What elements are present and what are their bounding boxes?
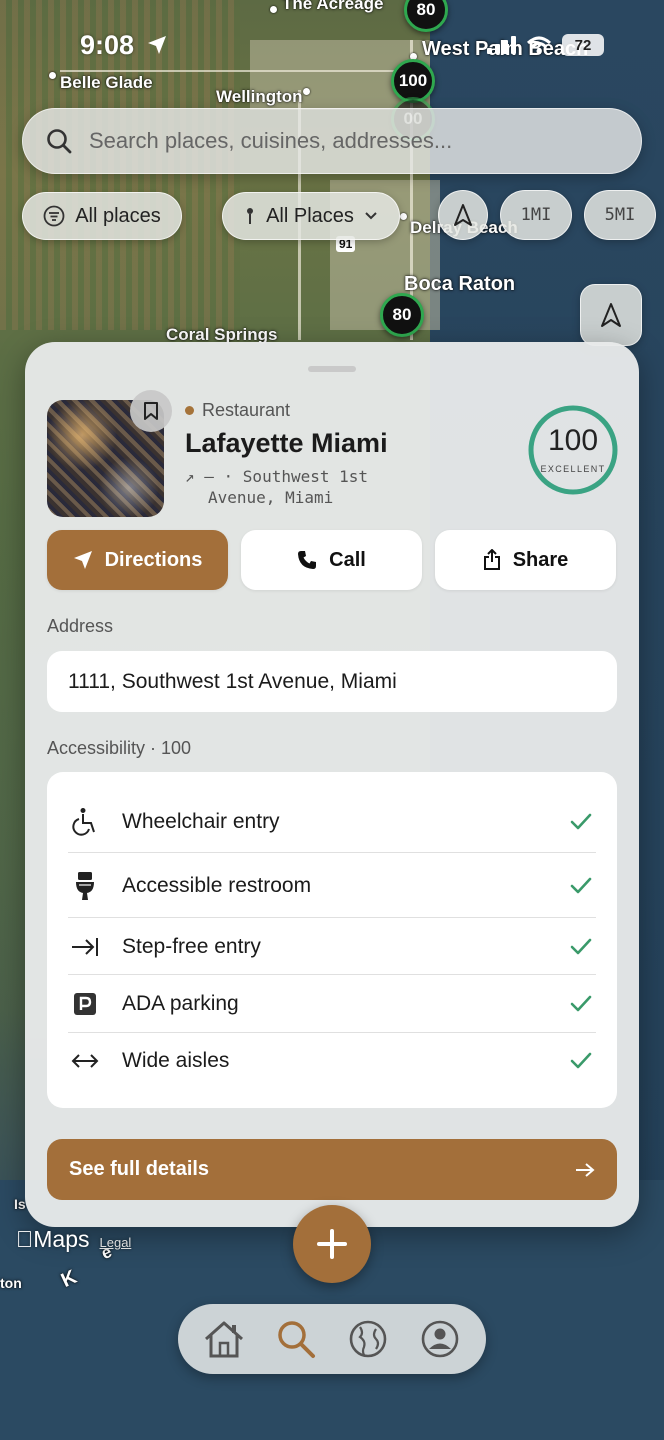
map-score-pin[interactable]: 80 — [380, 293, 424, 337]
parking-icon — [68, 992, 102, 1016]
toilet-icon — [68, 871, 102, 901]
address-label: Address — [47, 616, 114, 636]
list-item: ADA parking — [68, 984, 596, 1024]
sheet-grabber[interactable] — [308, 366, 356, 372]
tab-home[interactable] — [196, 1311, 252, 1367]
map-label-boca-raton: Boca Raton — [404, 273, 516, 295]
globe-icon — [349, 1320, 387, 1358]
map-label-wellington: Wellington — [216, 87, 303, 106]
category-dot — [185, 406, 194, 415]
accessibility-item-label: ADA parking — [122, 992, 239, 1015]
location-arrow-icon — [148, 36, 166, 54]
wide-aisle-icon — [68, 1052, 102, 1070]
wifi-icon — [526, 36, 552, 54]
check-icon — [566, 1052, 596, 1070]
bookmark-button[interactable] — [130, 390, 172, 432]
status-bar-indicators: 72 — [487, 34, 604, 56]
signal-icon — [487, 36, 516, 54]
accessibility-item-label: Accessible restroom — [122, 874, 312, 897]
accessibility-score-ring: 100 EXCELLENT — [527, 404, 619, 496]
search-icon — [47, 129, 72, 154]
place-category: Restaurant — [185, 400, 290, 421]
radius-5mi-button[interactable]: 5MI — [584, 190, 656, 240]
all-places-chip[interactable]: All places — [22, 192, 182, 240]
tab-profile[interactable] — [412, 1311, 468, 1367]
row-divider — [68, 1032, 596, 1033]
radius-1mi-button[interactable]: 1MI — [500, 190, 572, 240]
legal-link[interactable]: Legal — [100, 1235, 132, 1250]
chevron-down-icon — [365, 212, 377, 220]
map-label-is: Is — [14, 1196, 26, 1212]
score-value: 100 — [547, 424, 599, 457]
accessibility-list: Wheelchair entry Accessible restroom Ste… — [47, 772, 617, 1108]
accessibility-item-label: Step-free entry — [122, 935, 261, 958]
place-meta-line2: Avenue, Miami — [208, 488, 334, 507]
place-type-dropdown[interactable]: All Places — [222, 192, 400, 240]
place-meta-line1: ↗ — · Southwest 1st — [185, 467, 369, 486]
recenter-button[interactable] — [438, 190, 488, 240]
step-free-icon — [68, 936, 102, 958]
profile-icon — [421, 1320, 459, 1358]
map-label-the-acreage: The Acreage — [282, 0, 384, 13]
accessibility-item-label: Wide aisles — [122, 1049, 230, 1072]
check-icon — [566, 938, 596, 956]
plus-icon — [317, 1229, 347, 1259]
row-divider — [68, 917, 596, 918]
search-icon — [278, 1321, 315, 1358]
search-bar[interactable] — [22, 108, 642, 174]
call-button[interactable]: Call — [241, 530, 422, 590]
directions-label: Directions — [104, 548, 203, 571]
check-icon — [566, 813, 596, 831]
accessibility-label: Accessibility · 100 — [47, 738, 192, 758]
maps-attribution: Maps Legal — [16, 1226, 131, 1253]
battery-indicator: 72 — [562, 34, 604, 56]
tab-explore[interactable] — [340, 1311, 396, 1367]
row-divider — [68, 974, 596, 975]
share-icon — [483, 549, 500, 570]
navigation-arrow-icon — [601, 303, 621, 327]
see-full-details-label: See full details — [69, 1158, 210, 1180]
home-icon — [205, 1321, 243, 1358]
add-button[interactable] — [293, 1205, 371, 1283]
search-input[interactable] — [89, 128, 609, 154]
check-icon — [566, 877, 596, 895]
address-field[interactable]: 1111, Southwest 1st Avenue, Miami — [47, 651, 617, 712]
share-label: Share — [512, 548, 569, 571]
phone-icon — [298, 551, 317, 569]
score-label: EXCELLENT — [540, 464, 606, 474]
pin-icon — [247, 208, 254, 224]
wheelchair-icon — [68, 807, 102, 837]
filter-icon — [43, 205, 65, 227]
tab-search[interactable] — [268, 1311, 324, 1367]
see-full-details-button[interactable]: See full details — [47, 1139, 617, 1200]
place-detail-sheet: Restaurant Lafayette Miami ↗ — · Southwe… — [25, 342, 639, 1227]
all-places-chip-label: All places — [75, 204, 161, 227]
map-label-ton: ton — [0, 1275, 22, 1291]
list-item: Wide aisles — [68, 1041, 596, 1081]
status-time: 9:08 — [80, 30, 135, 60]
place-meta: ↗ — · Southwest 1st Avenue, Miami — [185, 466, 445, 508]
list-item: Wheelchair entry — [68, 802, 596, 842]
tab-bar — [178, 1304, 486, 1374]
row-divider — [68, 852, 596, 853]
accessibility-item-label: Wheelchair entry — [122, 810, 280, 833]
map-label-belle-glade: Belle Glade — [60, 73, 153, 92]
check-icon — [566, 995, 596, 1013]
arrow-right-icon — [576, 1162, 595, 1177]
directions-arrow-icon — [73, 551, 92, 569]
address-value: 1111, Southwest 1st Avenue, Miami — [68, 669, 397, 693]
list-item: Step-free entry — [68, 927, 596, 967]
place-type-dropdown-label: All Places — [266, 204, 354, 227]
maps-logo-text: Maps — [16, 1226, 90, 1252]
place-category-label: Restaurant — [202, 400, 291, 420]
directions-button[interactable]: Directions — [47, 530, 228, 590]
bookmark-icon — [144, 402, 158, 420]
call-label: Call — [329, 548, 366, 571]
place-name: Lafayette Miami — [185, 428, 388, 458]
map-locate-button[interactable] — [580, 284, 642, 346]
navigation-arrow-icon — [454, 204, 472, 226]
share-button[interactable]: Share — [435, 530, 616, 590]
list-item: Accessible restroom — [68, 866, 596, 906]
